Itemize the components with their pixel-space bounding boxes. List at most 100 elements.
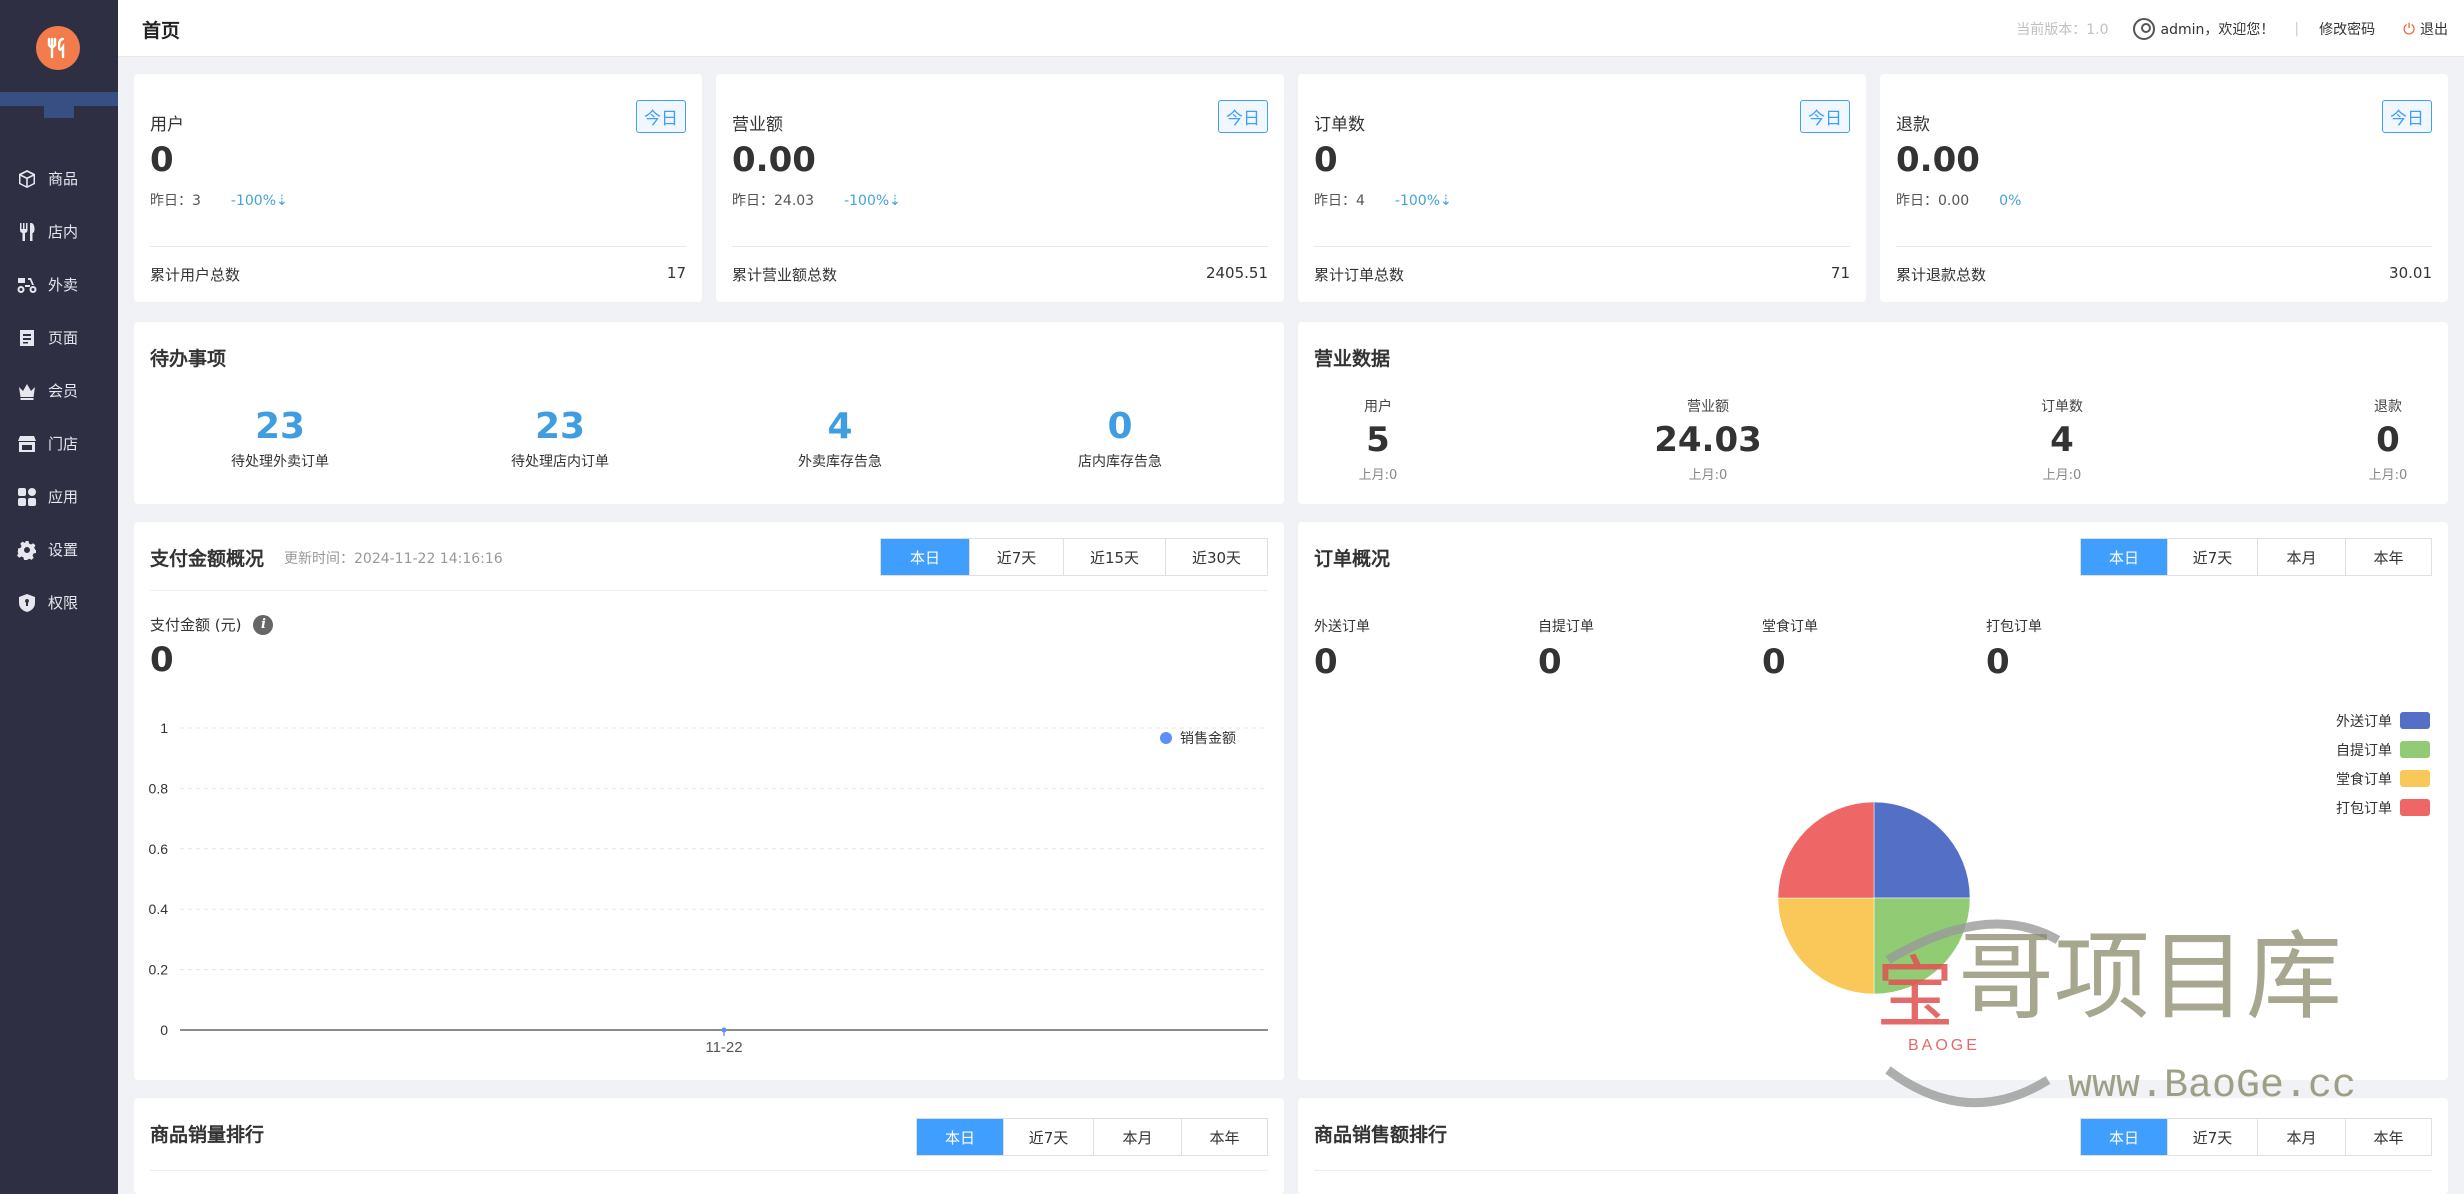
divider [732,246,1268,247]
todo-item[interactable]: 4 外卖库存告急 [700,406,980,471]
sidebar-item-member[interactable]: 会员 [0,364,118,417]
todo-panel: 待办事项 23 待处理外卖订单 23 待处理店内订单 4 外卖库存告急 0 店内库存告急 [134,322,1284,504]
tab-today[interactable]: 本日 [881,539,969,575]
today-badge: 今日 [636,100,686,133]
business-item: 退款 0 上月:0 [2308,396,2464,483]
legend-item[interactable]: 外送订单 [2336,706,2430,735]
sidebar-item-dine-in[interactable]: 店内 [0,205,118,258]
sidebar-nav: 商品 店内 外卖 页面 会员 门店 应用 设置 权限 [0,152,118,629]
stat-card-orders: 订单数 今日 0 昨日：4 -100%⇣ 累计订单总数 71 [1298,74,1866,302]
legend-swatch [2400,712,2430,729]
order-stat: 外送订单 0 [1314,616,1370,682]
tab-today[interactable]: 本日 [2081,1119,2167,1155]
sidebar-item-goods[interactable]: 商品 [0,152,118,205]
divider [1896,246,2432,247]
scooter-icon [16,274,38,296]
total-label: 累计订单总数 [1314,266,1405,284]
sidebar: 商品 店内 外卖 页面 会员 门店 应用 设置 权限 [0,0,118,1194]
payment-tabs: 本日 近7天 近15天 近30天 [880,538,1268,576]
change-password-link[interactable]: 修改密码 [2319,19,2375,39]
todo-item[interactable]: 23 待处理外卖订单 [140,406,420,471]
tab-30days[interactable]: 近30天 [1165,539,1267,575]
stat-total: 累计订单总数 71 [1314,264,1850,285]
total-label: 累计用户总数 [150,266,241,284]
todo-item[interactable]: 0 店内库存告急 [980,406,1260,471]
sidebar-item-store[interactable]: 门店 [0,417,118,470]
order-stat: 打包订单 0 [1986,616,2042,682]
stat-label: 营业额 [732,115,783,135]
sidebar-item-apps[interactable]: 应用 [0,470,118,523]
business-last-month: 上月:0 [1358,468,1398,483]
legend-label: 自提订单 [2336,742,2392,759]
header-separator: | [2294,21,2300,37]
stat-card-users: 用户 今日 0 昨日：3 -100%⇣ 累计用户总数 17 [134,74,702,302]
tab-7days[interactable]: 近7天 [969,539,1063,575]
tab-7days[interactable]: 近7天 [2167,539,2257,575]
business-item: 营业额 24.03 上月:0 [1628,396,1788,483]
tab-month[interactable]: 本月 [1093,1119,1181,1155]
logout-link[interactable]: 退出 [2420,19,2448,39]
tab-month[interactable]: 本月 [2257,1119,2345,1155]
top-header: 首页 当前版本：1.0 admin，欢迎您！ | 修改密码 ⏻ 退出 [118,0,2464,57]
sidebar-item-permission[interactable]: 权限 [0,576,118,629]
total-value: 30.01 [2389,264,2432,282]
tab-year[interactable]: 本年 [1181,1119,1267,1155]
todo-value: 4 [827,406,853,447]
sidebar-item-takeaway[interactable]: 外卖 [0,258,118,311]
logo[interactable] [36,26,80,70]
order-stat-value: 0 [1538,642,1562,682]
legend-item[interactable]: 打包订单 [2336,793,2430,822]
tab-7days[interactable]: 近7天 [1003,1119,1093,1155]
box-icon [16,168,38,190]
total-value: 17 [666,264,686,282]
change-percent: 0% [1999,193,2022,209]
order-stat-label: 堂食订单 [1762,619,1818,635]
x-tick-label: 11-22 [705,1039,742,1056]
crown-icon [16,380,38,402]
sidebar-item-label: 店内 [48,223,79,241]
watermark-text: 哥项目库 [1958,924,2342,1031]
business-label: 营业额 [1687,399,1729,415]
stat-label: 订单数 [1314,115,1365,135]
payment-amount-label: 支付金额 (元) i [150,614,274,635]
orders-title: 订单概况 [1314,548,1391,570]
tab-month[interactable]: 本月 [2257,539,2345,575]
page-icon [16,327,38,349]
yesterday-value: 昨日：0.00 [1896,193,1970,209]
tab-year[interactable]: 本年 [2345,539,2431,575]
business-value: 0 [2376,420,2400,460]
sales-rank-tabs: 本日 近7天 本月 本年 [916,1118,1268,1156]
stat-yesterday: 昨日：0.00 0% [1896,190,2021,210]
tab-7days[interactable]: 近7天 [2167,1119,2257,1155]
today-badge: 今日 [1800,100,1850,133]
legend-item[interactable]: 自提订单 [2336,735,2430,764]
tab-year[interactable]: 本年 [2345,1119,2431,1155]
orders-tabs: 本日 近7天 本月 本年 [2080,538,2432,576]
change-percent: -100%⇣ [1394,193,1452,209]
total-label: 累计退款总数 [1896,266,1987,284]
sales-rank-title: 商品销量排行 [150,1124,265,1146]
legend-item[interactable]: 堂食订单 [2336,764,2430,793]
business-label: 用户 [1364,399,1392,415]
sidebar-item-label: 页面 [48,329,79,347]
amount-label-text: 支付金额 (元) [150,616,242,634]
change-percent: -100%⇣ [844,193,901,209]
legend-swatch [2400,799,2430,816]
todo-item[interactable]: 23 待处理店内订单 [420,406,700,471]
pie-slice [1873,801,1971,899]
info-icon[interactable]: i [253,614,274,635]
divider [150,1170,1268,1171]
todo-value: 23 [534,406,586,447]
order-stat: 自提订单 0 [1538,616,1594,682]
tab-today[interactable]: 本日 [2081,539,2167,575]
sidebar-item-settings[interactable]: 设置 [0,523,118,576]
sidebar-item-page[interactable]: 页面 [0,311,118,364]
business-panel: 营业数据 用户 5 上月:0 营业额 24.03 上月:0 订单数 4 上月:0 退款 0 上月… [1298,322,2448,504]
business-item: 用户 5 上月:0 [1298,396,1458,483]
sidebar-item-label: 会员 [48,382,79,400]
sidebar-item-label: 外卖 [48,276,79,294]
user-icon [2132,18,2155,40]
yesterday-value: 昨日：3 [150,193,201,209]
tab-today[interactable]: 本日 [917,1119,1003,1155]
tab-15days[interactable]: 近15天 [1063,539,1165,575]
